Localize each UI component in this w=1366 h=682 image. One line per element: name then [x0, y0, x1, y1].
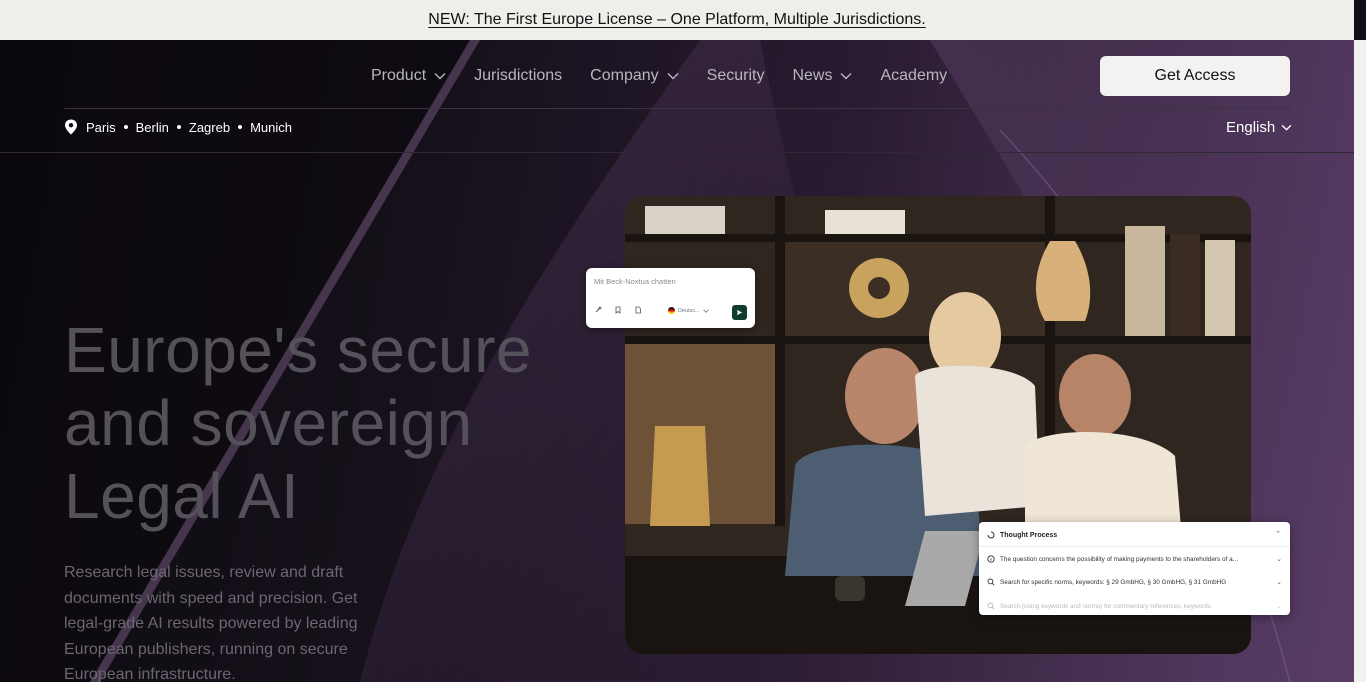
search-icon: [987, 578, 995, 586]
thought-process-header[interactable]: Thought Process: [987, 531, 1057, 539]
chat-language-select[interactable]: Deutsc...: [668, 307, 709, 314]
send-icon: [736, 309, 743, 316]
announcement-link[interactable]: NEW: The First Europe License – One Plat…: [428, 11, 925, 29]
announcement-bar: NEW: The First Europe License – One Plat…: [0, 0, 1354, 40]
nav-item-jurisdictions[interactable]: Jurisdictions: [474, 67, 562, 85]
language-selector[interactable]: English: [1226, 116, 1292, 138]
german-flag-icon: [668, 307, 675, 314]
chevron-up-icon[interactable]: ⌃: [1275, 530, 1281, 538]
city-zagreb: Zagreb: [188, 119, 231, 135]
main-nav: Product Jurisdictions Company Security N…: [0, 56, 1354, 96]
nav-item-label: Jurisdictions: [474, 67, 563, 84]
hero-description: Research legal issues, review and draft …: [64, 564, 358, 682]
nav-item-academy[interactable]: Academy: [880, 67, 947, 85]
separator-dot: [176, 125, 181, 129]
office-locations: Paris Berlin Zagreb Munich: [64, 116, 292, 138]
nav-item-news[interactable]: News: [792, 67, 852, 85]
scrollbar[interactable]: [1354, 40, 1366, 682]
hero-title-line: Europe's secure: [64, 314, 532, 386]
chevron-down-icon: [840, 73, 852, 80]
chevron-down-icon: ⌄: [1276, 603, 1282, 610]
search-icon: [987, 602, 995, 610]
thought-step-text: Search for specific norms, keywords: § 2…: [1000, 578, 1227, 586]
chat-language-label: Deutsc...: [678, 307, 700, 314]
bookmark-icon[interactable]: [614, 306, 622, 314]
nav-item-product[interactable]: Product: [371, 67, 446, 85]
chat-toolbar: [594, 306, 642, 314]
chevron-down-icon: [702, 308, 709, 313]
nav-item-security[interactable]: Security: [707, 67, 765, 85]
location-pin-icon: [65, 119, 77, 135]
send-button[interactable]: [732, 305, 747, 320]
separator-dot: [123, 125, 128, 129]
get-access-button[interactable]: Get Access: [1100, 56, 1290, 96]
hero-title-line: Legal AI: [64, 460, 300, 532]
info-icon: [987, 555, 995, 563]
thought-process-card: Thought Process ⌃ The question concerns …: [979, 522, 1290, 615]
header-divider: [0, 152, 1354, 153]
chevron-down-icon: ⌄: [1276, 556, 1282, 563]
nav-item-label: Product: [371, 67, 427, 84]
city-berlin: Berlin: [135, 119, 169, 135]
thought-process-title: Thought Process: [1000, 531, 1058, 539]
chevron-down-icon: [1281, 124, 1292, 131]
thought-step-text: Search (using keywords and norms) for co…: [1000, 602, 1211, 610]
nav-item-company[interactable]: Company: [590, 67, 679, 85]
divider: [979, 546, 1290, 547]
thought-step[interactable]: The question concerns the possibility of…: [987, 555, 1282, 563]
chevron-down-icon: ⌄: [1276, 579, 1282, 586]
nav-item-label: News: [792, 67, 833, 84]
language-label: English: [1226, 118, 1276, 136]
thought-step[interactable]: Search for specific norms, keywords: § 2…: [987, 578, 1282, 586]
nav-item-label: Security: [706, 67, 765, 84]
city-paris: Paris: [86, 119, 116, 135]
chat-widget-card: Mit Beck-Noxtua chatten Deutsc...: [586, 268, 755, 328]
chevron-down-icon: [667, 73, 679, 80]
separator-dot: [238, 125, 243, 129]
thought-step-text: The question concerns the possibility of…: [1000, 555, 1239, 563]
nav-item-label: Company: [590, 67, 659, 84]
hero-title-line: and sovereign: [64, 387, 473, 459]
nav-links: Product Jurisdictions Company Security N…: [371, 56, 947, 96]
document-icon[interactable]: [634, 306, 642, 314]
nav-item-label: Academy: [880, 67, 948, 84]
nav-divider: [64, 108, 1290, 109]
city-munich: Munich: [250, 119, 292, 135]
chat-input[interactable]: Mit Beck-Noxtua chatten: [594, 277, 676, 286]
thought-step[interactable]: Search (using keywords and norms) for co…: [987, 602, 1282, 610]
hero-title: Europe's secure and sovereign Legal AI: [64, 314, 584, 533]
spinner-icon: [987, 531, 995, 539]
paperclip-icon[interactable]: [594, 306, 602, 314]
chevron-down-icon: [434, 73, 446, 80]
